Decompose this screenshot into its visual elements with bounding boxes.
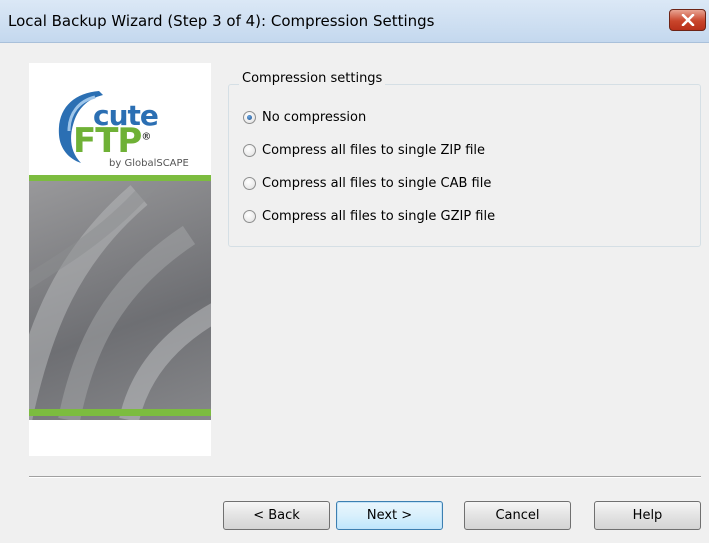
close-icon: [681, 14, 694, 26]
next-button[interactable]: Next >: [336, 501, 443, 530]
radio-button[interactable]: [243, 209, 256, 223]
banner-stripe-top: [29, 175, 211, 181]
radio-button[interactable]: [243, 143, 256, 157]
radio-gzip[interactable]: Compress all files to single GZIP file: [243, 206, 495, 226]
radio-button[interactable]: [243, 110, 256, 124]
radio-no-compression[interactable]: No compression: [243, 107, 366, 127]
footer-separator: [29, 476, 701, 478]
window-title: Local Backup Wizard (Step 3 of 4): Compr…: [8, 12, 435, 30]
logo-ftp-text: FTP®: [73, 121, 151, 161]
title-bar[interactable]: Local Backup Wizard (Step 3 of 4): Compr…: [0, 0, 709, 43]
close-button[interactable]: [669, 9, 706, 31]
compression-group-label: Compression settings: [239, 71, 386, 86]
cancel-button[interactable]: Cancel: [464, 501, 571, 530]
help-button[interactable]: Help: [594, 501, 701, 530]
radio-zip[interactable]: Compress all files to single ZIP file: [243, 140, 485, 160]
radio-label: Compress all files to single GZIP file: [262, 208, 496, 224]
banner-artwork: [29, 175, 211, 420]
wizard-window: Local Backup Wizard (Step 3 of 4): Compr…: [0, 0, 709, 543]
back-button[interactable]: < Back: [223, 501, 330, 530]
radio-cab[interactable]: Compress all files to single CAB file: [243, 173, 491, 193]
radio-label: Compress all files to single CAB file: [262, 175, 492, 191]
logo-byline: by GlobalSCAPE: [109, 158, 189, 169]
wizard-banner: cute FTP® by GlobalSCAPE: [29, 63, 211, 456]
banner-stripe-bottom: [29, 409, 211, 416]
radio-button[interactable]: [243, 176, 256, 190]
radio-label: No compression: [262, 109, 367, 125]
radio-label: Compress all files to single ZIP file: [262, 142, 486, 158]
